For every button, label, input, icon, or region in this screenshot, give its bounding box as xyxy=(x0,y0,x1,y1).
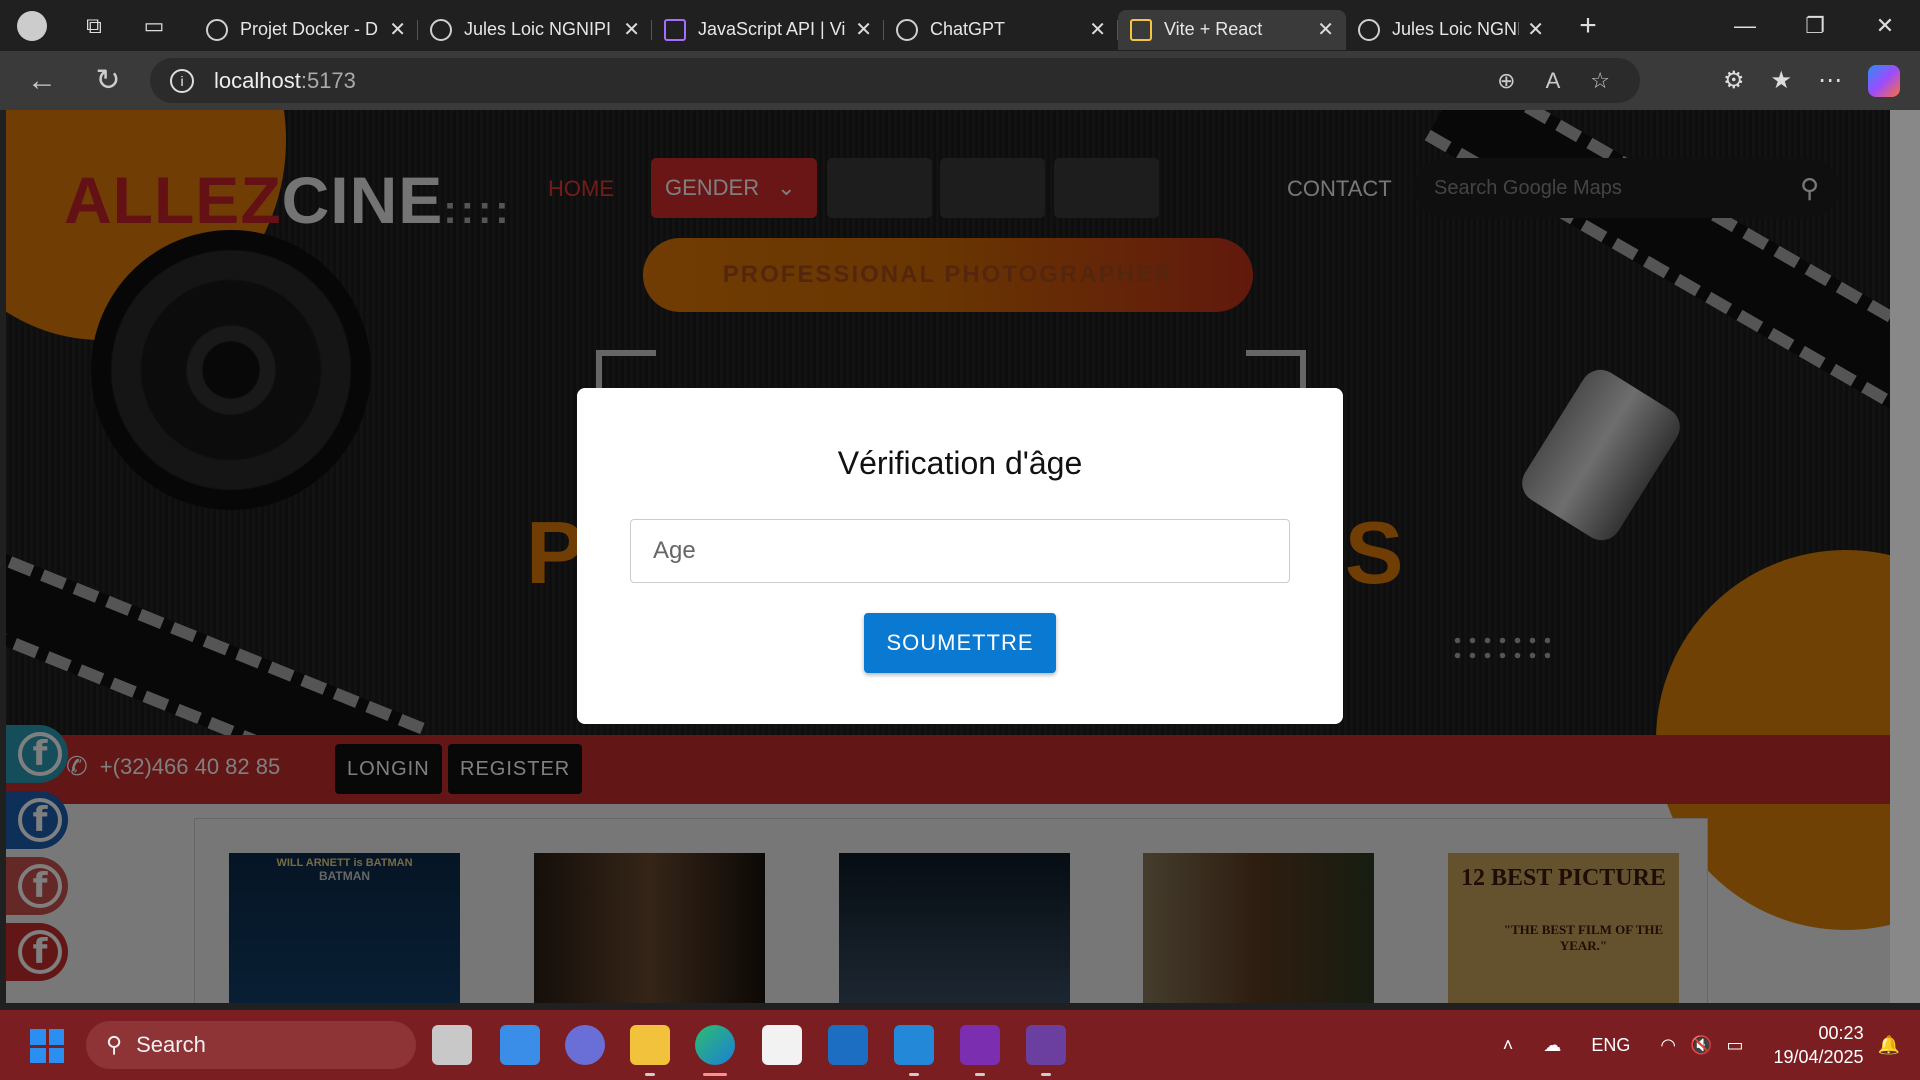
microsoft-store-icon[interactable] xyxy=(762,1025,802,1065)
dialog-title: Vérification d'âge xyxy=(837,445,1083,481)
close-tab-icon[interactable]: ✕ xyxy=(855,17,872,42)
clock-date: 19/04/2025 xyxy=(1773,1047,1864,1067)
new-tab-icon[interactable]: + xyxy=(1568,6,1608,46)
favorites-icon[interactable]: ★ xyxy=(1770,66,1792,95)
search-icon: ⚲ xyxy=(106,1032,123,1057)
globe-icon xyxy=(206,18,228,41)
vite-logo-icon xyxy=(664,18,686,41)
url-port: :5173 xyxy=(300,67,356,93)
outlook-icon[interactable] xyxy=(828,1025,868,1065)
tab-actions-icon[interactable]: ▭ xyxy=(134,6,174,46)
site-info-icon[interactable]: i xyxy=(170,68,194,93)
active-indicator xyxy=(703,1073,727,1076)
vscode-icon[interactable] xyxy=(894,1025,934,1065)
task-view-icon[interactable] xyxy=(432,1025,472,1065)
submit-button[interactable]: SOUMETTRE xyxy=(864,613,1056,673)
battery-icon[interactable]: ▭ xyxy=(1726,1035,1743,1056)
onedrive-icon[interactable]: ☁ xyxy=(1543,1035,1561,1056)
edge-browser-icon[interactable] xyxy=(695,1025,735,1065)
tab-jules-loic-2[interactable]: Jules Loic NGNIPI ✕ xyxy=(1346,10,1556,50)
web-page: PS ALLEZCINE:::: HOME GENDER⌄ CONTACT Se… xyxy=(6,110,1890,1003)
widgets-icon[interactable] xyxy=(500,1025,540,1065)
close-tab-icon[interactable]: ✕ xyxy=(389,17,406,42)
taskbar-search-label: Search xyxy=(136,1032,206,1057)
url-host: localhost xyxy=(214,67,301,93)
copilot-icon[interactable] xyxy=(1868,64,1900,97)
close-tab-icon[interactable]: ✕ xyxy=(1317,17,1334,42)
windows-taskbar: ⚲ Search ˄ ☁ ENG ◠ 🔇 ▭ 00:23 19/04/2025 🔔 xyxy=(0,1010,1920,1080)
tab-vite-react[interactable]: Vite + React ✕ xyxy=(1118,9,1346,50)
url-actions: ⊕ A ☆ xyxy=(1497,68,1610,94)
tab-projet-docker[interactable]: Projet Docker - D ✕ xyxy=(194,10,418,50)
restore-icon[interactable]: ❐ xyxy=(1780,0,1850,51)
browser-tools: ⚙ ★ ⋯ xyxy=(1723,51,1900,110)
chatgpt-icon xyxy=(896,18,918,41)
zoom-icon[interactable]: ⊕ xyxy=(1497,68,1515,94)
window-controls: — ❐ ✕ xyxy=(1710,0,1920,51)
running-indicator xyxy=(1041,1073,1051,1076)
running-indicator xyxy=(909,1073,919,1076)
address-bar-row: ← ↻ i localhost:5173 ⊕ A ☆ ⚙ ★ ⋯ xyxy=(0,51,1920,110)
tab-jules-loic-1[interactable]: Jules Loic NGNIPI ✕ xyxy=(418,10,652,50)
extensions-icon[interactable]: ⚙ xyxy=(1723,66,1745,95)
tab-label: Jules Loic NGNIPI xyxy=(464,19,612,39)
age-verification-dialog: Vérification d'âge SOUMETTRE xyxy=(577,388,1343,724)
clock[interactable]: 00:23 19/04/2025 xyxy=(1773,1021,1863,1069)
pdf-app-icon[interactable] xyxy=(1026,1025,1066,1065)
running-indicator xyxy=(645,1073,655,1076)
file-explorer-icon[interactable] xyxy=(630,1025,670,1065)
windows-start-icon[interactable] xyxy=(30,1029,64,1063)
read-aloud-icon[interactable]: A xyxy=(1546,68,1561,94)
page-scrollbar[interactable] xyxy=(1890,110,1920,1003)
system-tray: ˄ ☁ ENG ◠ 🔇 ▭ 00:23 19/04/2025 🔔 xyxy=(1503,1010,1920,1080)
tab-label: Jules Loic NGNIPI xyxy=(1392,19,1519,39)
taskbar-search[interactable]: ⚲ Search xyxy=(86,1021,416,1069)
close-tab-icon[interactable]: ✕ xyxy=(1527,17,1544,42)
tab-label: JavaScript API | Vi xyxy=(698,19,846,39)
refresh-icon[interactable]: ↻ xyxy=(78,56,138,106)
wifi-icon[interactable]: ◠ xyxy=(1660,1035,1676,1056)
clock-time: 00:23 xyxy=(1818,1023,1864,1043)
language-indicator[interactable]: ENG xyxy=(1591,1035,1630,1056)
more-menu-icon[interactable]: ⋯ xyxy=(1818,66,1842,95)
close-tab-icon[interactable]: ✕ xyxy=(1089,17,1106,42)
back-icon[interactable]: ← xyxy=(12,56,72,106)
globe-icon xyxy=(1358,18,1380,41)
globe-icon xyxy=(430,18,452,41)
close-window-icon[interactable]: ✕ xyxy=(1850,0,1920,51)
volume-muted-icon[interactable]: 🔇 xyxy=(1690,1035,1712,1056)
notifications-icon[interactable]: 🔔 xyxy=(1878,1035,1900,1056)
vite-logo-icon xyxy=(1130,18,1152,41)
age-input[interactable] xyxy=(630,519,1290,583)
running-indicator xyxy=(975,1073,985,1076)
browser-tab-bar: ⧉ ▭ Projet Docker - D ✕ Jules Loic NGNIP… xyxy=(0,0,1920,51)
workspaces-icon[interactable]: ⧉ xyxy=(74,6,114,46)
tab-label: Vite + React xyxy=(1164,19,1263,39)
minimize-icon[interactable]: — xyxy=(1710,0,1780,51)
favorite-star-icon[interactable]: ☆ xyxy=(1590,68,1610,94)
teams-meet-icon[interactable] xyxy=(565,1025,605,1065)
chevron-up-icon[interactable]: ˄ xyxy=(1503,1035,1514,1056)
tab-chatgpt[interactable]: ChatGPT ✕ xyxy=(884,10,1118,50)
url-field[interactable]: i localhost:5173 ⊕ A ☆ xyxy=(150,58,1640,103)
profile-avatar-icon[interactable] xyxy=(12,6,52,46)
tab-label: Projet Docker - D xyxy=(240,19,379,39)
onenote-icon[interactable] xyxy=(960,1025,1000,1065)
tab-label: ChatGPT xyxy=(930,19,1006,39)
tab-javascript-api[interactable]: JavaScript API | Vi ✕ xyxy=(652,10,884,50)
close-tab-icon[interactable]: ✕ xyxy=(623,17,640,42)
